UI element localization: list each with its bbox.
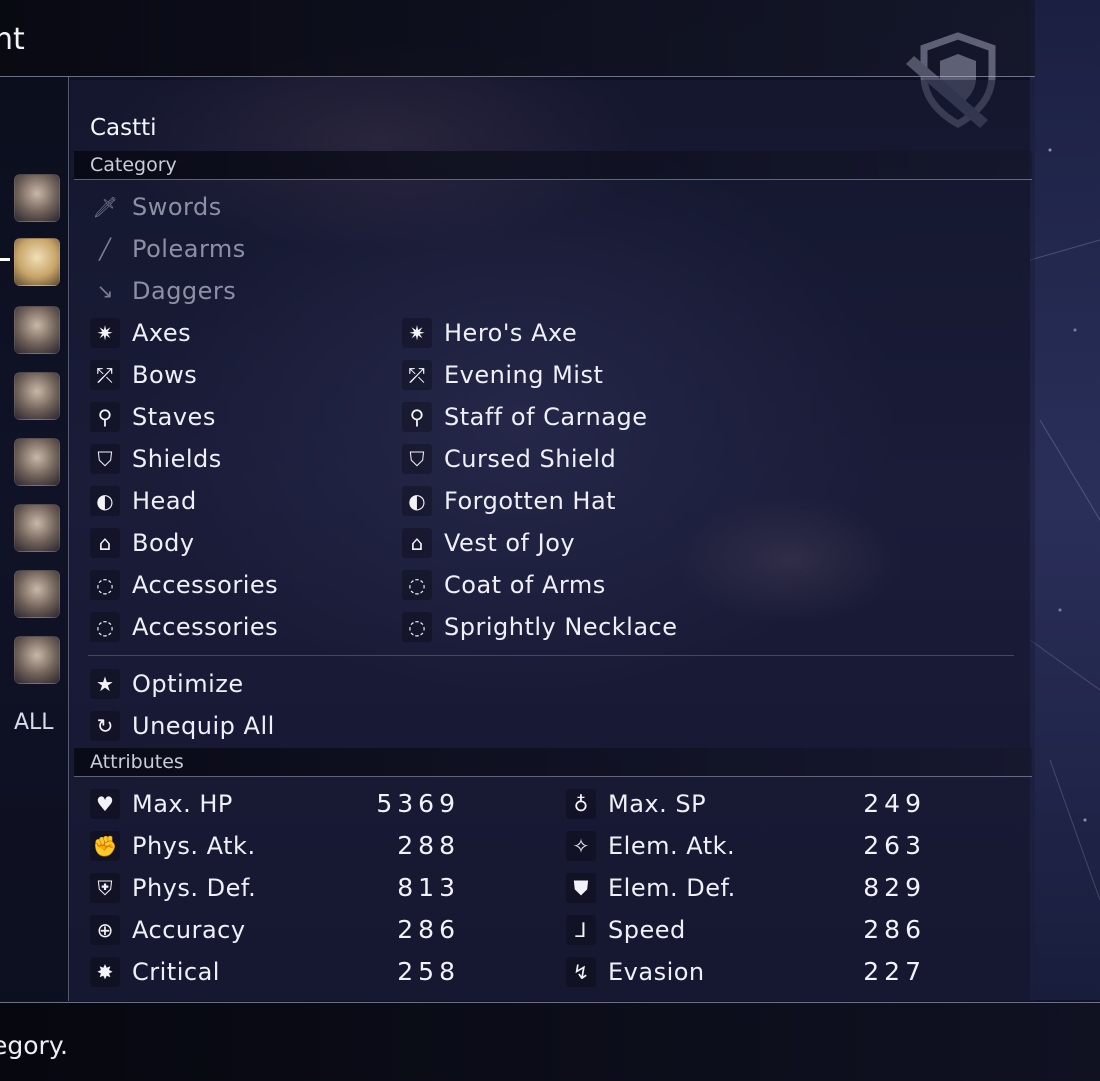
attr-max-hp-value: 5369 [376, 789, 460, 818]
title-bar: nt [0, 0, 1035, 129]
necklace-icon: ◌ [90, 612, 120, 642]
equipped-head[interactable]: ◐ Forgotten Hat [402, 482, 616, 520]
category-body[interactable]: ⌂ Body [90, 524, 195, 562]
equipped-axe[interactable]: ✷ Hero's Axe [402, 314, 577, 352]
attr-speed-value: 286 [863, 915, 926, 944]
category-swords[interactable]: 🗡 Swords [90, 188, 222, 226]
attr-elem-atk-value: 263 [863, 831, 926, 860]
equipped-accessory-1[interactable]: ◌ Coat of Arms [402, 566, 606, 604]
helmet-icon: ◐ [90, 486, 120, 516]
spirit-icon: ♁ [566, 789, 596, 819]
equipped-body[interactable]: ⌂ Vest of Joy [402, 524, 575, 562]
category-bows[interactable]: ⤱ Bows [90, 356, 197, 394]
shield-icon: ⛉ [90, 444, 120, 474]
equipped-accessory-2[interactable]: ◌ Sprightly Necklace [402, 608, 678, 646]
equipped-staff[interactable]: ⚲ Staff of Carnage [402, 398, 647, 436]
bow-icon: ⤱ [90, 360, 120, 390]
party-portrait[interactable] [14, 306, 60, 354]
all-party-button[interactable]: ALL [14, 710, 54, 735]
axe-icon: ✷ [90, 318, 120, 348]
axe-icon: ✷ [402, 318, 432, 348]
necklace-icon: ◌ [402, 612, 432, 642]
party-portrait[interactable] [14, 636, 60, 684]
selection-cursor [0, 258, 10, 261]
category-polearms[interactable]: ╱ Polearms [90, 230, 246, 268]
attr-max-hp: ♥ Max. HP [90, 785, 233, 823]
party-portrait[interactable] [14, 570, 60, 618]
attr-max-sp-value: 249 [863, 789, 926, 818]
sword-icon: 🗡 [92, 195, 118, 219]
shield-hand-icon: ⛨ [90, 873, 120, 903]
category-accessories-2[interactable]: ◌ Accessories [90, 608, 278, 646]
boot-icon: ⅃ [566, 915, 596, 945]
armor-icon: ⌂ [402, 528, 432, 558]
swirl-icon: ↯ [566, 957, 596, 987]
equipped-shield[interactable]: ⛉ Cursed Shield [402, 440, 616, 478]
party-portrait[interactable] [14, 174, 60, 222]
burst-icon: ✸ [90, 957, 120, 987]
attr-max-sp: ♁ Max. SP [566, 785, 706, 823]
cycle-icon: ↻ [90, 711, 120, 741]
constellation-lines [1030, 239, 1100, 901]
category-header-label: Category [90, 154, 177, 176]
party-portrait[interactable] [14, 504, 60, 552]
staff-icon: ⚲ [90, 402, 120, 432]
dagger-icon: ↘ [96, 279, 114, 303]
staff-icon: ⚲ [402, 402, 432, 432]
attr-phys-atk: ✊ Phys. Atk. [90, 827, 256, 865]
character-name: Castti [90, 115, 157, 141]
star-icon: ★ [90, 669, 120, 699]
category-shields[interactable]: ⛉ Shields [90, 440, 222, 478]
equipped-bow[interactable]: ⤱ Evening Mist [402, 356, 603, 394]
attributes-header: Attributes [74, 748, 1032, 777]
category-axes[interactable]: ✷ Axes [90, 314, 191, 352]
elem-shield-icon: ⛊ [566, 873, 596, 903]
attr-elem-def-value: 829 [863, 873, 926, 902]
necklace-icon: ◌ [90, 570, 120, 600]
category-accessories-1[interactable]: ◌ Accessories [90, 566, 278, 604]
category-header: Category [74, 151, 1032, 180]
bow-icon: ⤱ [402, 360, 432, 390]
heart-icon: ♥ [90, 789, 120, 819]
party-portrait[interactable] [14, 372, 60, 420]
help-text: egory. [0, 1031, 69, 1060]
shield-icon: ⛉ [402, 444, 432, 474]
party-portrait[interactable] [14, 438, 60, 486]
unequip-all-button[interactable]: ↻ Unequip All [90, 707, 275, 745]
attr-critical: ✸ Critical [90, 953, 220, 991]
category-head[interactable]: ◐ Head [90, 482, 197, 520]
attr-evasion-value: 227 [863, 957, 926, 986]
attr-phys-atk-value: 288 [397, 831, 460, 860]
attr-critical-value: 258 [397, 957, 460, 986]
crosshair-icon: ⊕ [90, 915, 120, 945]
attr-phys-def-value: 813 [397, 873, 460, 902]
armor-icon: ⌂ [90, 528, 120, 558]
helmet-icon: ◐ [402, 486, 432, 516]
attr-accuracy: ⊕ Accuracy [90, 911, 246, 949]
attr-evasion: ↯ Evasion [566, 953, 705, 991]
attr-elem-atk: ✧ Elem. Atk. [566, 827, 735, 865]
category-daggers[interactable]: ↘ Daggers [90, 272, 236, 310]
category-staves[interactable]: ⚲ Staves [90, 398, 216, 436]
necklace-icon: ◌ [402, 570, 432, 600]
sparkle-hand-icon: ✧ [566, 831, 596, 861]
optimize-button[interactable]: ★ Optimize [90, 665, 244, 703]
party-portrait-selected[interactable] [14, 238, 60, 286]
attr-speed: ⅃ Speed [566, 911, 686, 949]
screen-title: nt [0, 22, 25, 57]
attr-accuracy-value: 286 [397, 915, 460, 944]
help-bar: egory. [0, 1002, 1100, 1081]
attr-phys-def: ⛨ Phys. Def. [90, 869, 256, 907]
actions-divider [88, 655, 1014, 656]
fist-icon: ✊ [90, 831, 120, 861]
attr-elem-def: ⛊ Elem. Def. [566, 869, 736, 907]
polearm-icon: ╱ [98, 237, 112, 261]
attributes-header-label: Attributes [90, 751, 184, 773]
